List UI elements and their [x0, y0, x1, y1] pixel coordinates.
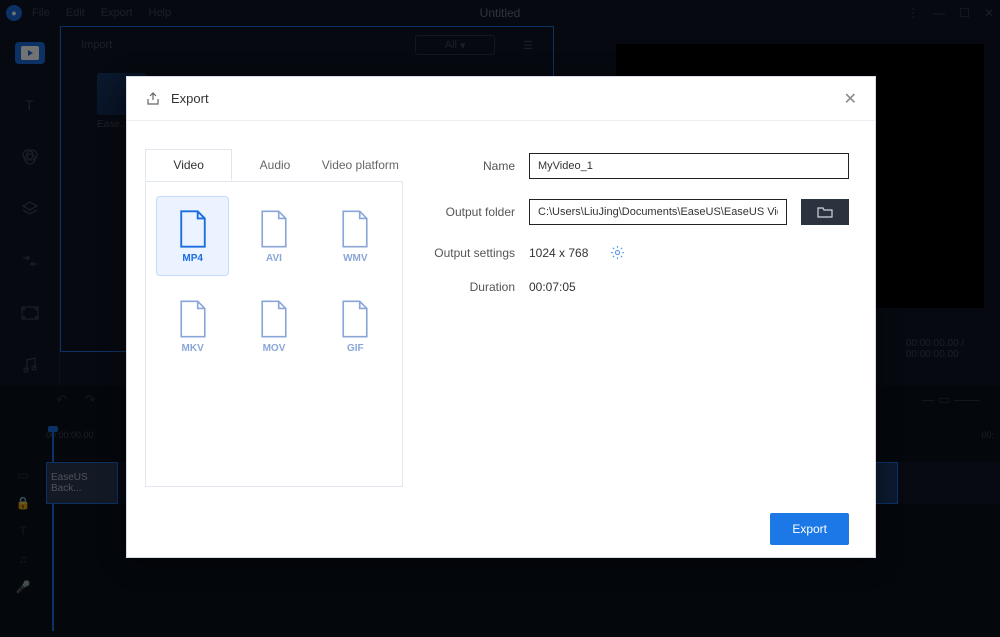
export-dialog: Export ✕ Video Audio Video platform MP4 … — [126, 76, 876, 558]
format-label: GIF — [347, 343, 364, 354]
export-form: Name Output folder Output settings 1024 … — [425, 149, 849, 487]
tab-video-platform[interactable]: Video platform — [318, 149, 403, 181]
browse-folder-button[interactable] — [801, 199, 849, 225]
format-mov[interactable]: MOV — [237, 286, 310, 366]
format-mkv[interactable]: MKV — [156, 286, 229, 366]
dialog-close-icon[interactable]: ✕ — [844, 89, 857, 109]
format-label: MKV — [182, 343, 204, 354]
name-input[interactable] — [529, 153, 849, 179]
tab-video[interactable]: Video — [145, 149, 232, 181]
format-avi[interactable]: AVI — [237, 196, 310, 276]
export-tabs: Video Audio Video platform — [145, 149, 403, 182]
output-folder-input[interactable] — [529, 199, 787, 225]
format-label: MOV — [263, 343, 286, 354]
output-settings-value: 1024 x 768 — [529, 246, 588, 260]
dialog-title: Export — [171, 91, 209, 106]
export-button[interactable]: Export — [770, 513, 849, 545]
format-label: AVI — [266, 253, 282, 264]
label-duration: Duration — [425, 280, 515, 294]
format-label: MP4 — [182, 253, 203, 264]
dialog-footer: Export — [127, 501, 875, 557]
format-gif[interactable]: GIF — [319, 286, 392, 366]
format-grid: MP4 AVI WMV MKV MOV — [145, 182, 403, 487]
label-output-settings: Output settings — [425, 246, 515, 260]
format-label: WMV — [343, 253, 367, 264]
format-mp4[interactable]: MP4 — [156, 196, 229, 276]
duration-value: 00:07:05 — [529, 280, 576, 294]
export-icon — [145, 91, 161, 107]
label-output-folder: Output folder — [425, 205, 515, 219]
format-wmv[interactable]: WMV — [319, 196, 392, 276]
dialog-header: Export ✕ — [127, 77, 875, 121]
label-name: Name — [425, 159, 515, 173]
settings-gear-icon[interactable] — [610, 245, 625, 260]
tab-audio[interactable]: Audio — [232, 149, 317, 181]
